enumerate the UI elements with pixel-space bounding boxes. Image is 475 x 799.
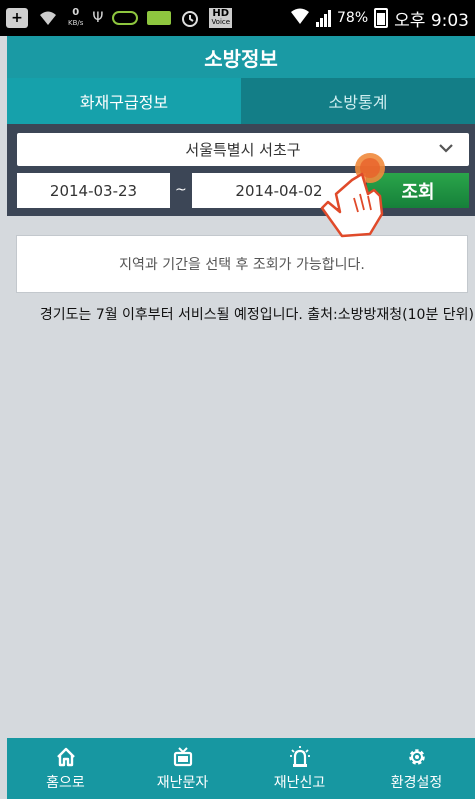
nav-label: 재난문자 <box>156 774 209 791</box>
usb-icon: Ψ <box>92 10 104 26</box>
signal-icon <box>316 9 332 27</box>
voice-label: Voice <box>211 18 231 26</box>
tab-bar: 화재구급정보 소방통계 <box>7 78 475 124</box>
tv-icon <box>173 746 192 766</box>
tab-fire-statistics[interactable]: 소방통계 <box>241 78 475 124</box>
app-title-bar: 소방정보 <box>7 36 475 78</box>
search-button[interactable]: 조회 <box>367 173 469 208</box>
tab-label: 화재구급정보 <box>79 93 169 112</box>
wifi-icon <box>290 7 310 29</box>
tab-label: 소방통계 <box>328 93 388 112</box>
nav-label: 환경설정 <box>390 774 443 791</box>
end-date-value: 2014-04-02 <box>235 181 323 200</box>
nav-home[interactable]: 홈으로 <box>7 738 124 799</box>
hd-label: HD <box>212 8 230 19</box>
start-date-value: 2014-03-23 <box>49 181 138 200</box>
data-speed-icon: 0 KB/s <box>68 8 83 28</box>
nav-label: 홈으로 <box>46 774 85 791</box>
bottom-navigation: 홈으로 재난문자 재난신고 환경설정 <box>7 738 475 799</box>
region-select[interactable]: 서울특별시 서초구 <box>17 133 469 166</box>
chevron-down-icon <box>439 144 453 153</box>
screen-edge <box>0 36 7 799</box>
add-icon: + <box>6 8 28 28</box>
status-bar: + 0 KB/s Ψ HD Voice 78% 오후 9:03 <box>0 0 475 36</box>
home-icon <box>56 747 75 766</box>
region-value: 서울특별시 서초구 <box>185 141 301 159</box>
clock: 오후 9:03 <box>394 10 469 31</box>
alarm-icon <box>180 8 200 28</box>
battery-percent: 78% <box>337 10 369 26</box>
nav-disaster-messages[interactable]: 재난문자 <box>124 738 241 799</box>
chat-icon <box>112 11 139 25</box>
nav-disaster-report[interactable]: 재난신고 <box>241 738 358 799</box>
result-message: 지역과 기간을 선택 후 조회가 가능합니다. <box>119 257 365 273</box>
data-speed-unit: KB/s <box>68 19 84 27</box>
search-button-label: 조회 <box>401 181 435 203</box>
nav-label: 재난신고 <box>273 774 326 791</box>
data-speed-value: 0 <box>72 7 80 18</box>
gear-icon <box>408 748 425 765</box>
siren-icon <box>289 745 310 767</box>
page-title: 소방정보 <box>204 46 278 71</box>
notification-icon <box>147 11 172 25</box>
hd-voice-icon: HD Voice <box>209 8 233 28</box>
filter-panel: 서울특별시 서초구 2014-03-23 ~ 2014-04-02 조회 <box>7 124 475 216</box>
service-notice: 경기도는 7월 이후부터 서비스될 예정입니다. 출처:소방방재청(10분 단위… <box>39 307 474 323</box>
wifi-tether-icon <box>37 8 59 28</box>
battery-charging-icon <box>374 8 389 28</box>
date-separator: ~ <box>175 182 187 198</box>
start-date-field[interactable]: 2014-03-23 <box>17 173 170 208</box>
tab-fire-rescue-info[interactable]: 화재구급정보 <box>7 78 241 124</box>
result-box: 지역과 기간을 선택 후 조회가 가능합니다. <box>16 235 468 293</box>
nav-settings[interactable]: 환경설정 <box>358 738 475 799</box>
end-date-field[interactable]: 2014-04-02 <box>192 173 366 208</box>
